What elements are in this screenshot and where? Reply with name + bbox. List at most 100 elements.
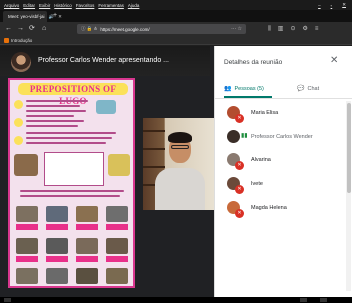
participant-row[interactable]: ✕ Ivete (215, 174, 345, 196)
minimize-button[interactable]: – (318, 3, 321, 8)
scene-label (46, 256, 68, 262)
address-bar[interactable]: ⓘ 🔒 ⋔ https://meet.google.com/ ··· ☆ (77, 24, 246, 34)
tray-icon[interactable] (300, 298, 307, 302)
panel-scrollbar[interactable] (346, 101, 351, 291)
menu-bookmarks[interactable]: Favoritos (76, 3, 95, 8)
new-tab-button[interactable]: + (53, 11, 57, 21)
scene-image (46, 238, 68, 254)
slide-illustration (14, 154, 38, 176)
menu-edit[interactable]: Editar (23, 3, 35, 8)
bookshelf (143, 166, 165, 168)
scene-image (76, 206, 98, 222)
tab-chat-label: Chat (307, 86, 320, 92)
meet-area: Professor Carlos Wender apresentando ...… (0, 46, 352, 297)
bookshelf (143, 130, 165, 132)
panel-title: Detalhes da reunião (224, 59, 283, 66)
tab-chat[interactable]: 💬 Chat (297, 83, 319, 95)
person-body (155, 168, 205, 210)
glasses (171, 145, 189, 149)
mic-off-icon: ✕ (235, 114, 244, 123)
scene-label (16, 224, 38, 230)
participant-name: Ivete (251, 181, 263, 187)
participant-name: Maria Elisa (251, 110, 279, 116)
presenter-camera-feed (143, 118, 214, 210)
scene-label (106, 224, 128, 230)
scene-label (46, 224, 68, 230)
close-icon[interactable]: ✕ (330, 55, 338, 67)
library-icon[interactable]: ⫼ (268, 25, 271, 33)
forward-arrow-icon[interactable]: → (17, 24, 24, 34)
slide-text-line (26, 132, 116, 134)
slide-table (44, 152, 104, 186)
bookmark-introducao[interactable]: Introdução (11, 38, 32, 43)
scene-label (76, 256, 98, 262)
mic-off-icon: ✕ (235, 209, 244, 218)
menu-tools[interactable]: Ferramentas (98, 3, 124, 8)
tab-close-icon[interactable]: ✕ (58, 14, 62, 20)
scene-label (16, 256, 38, 262)
presenter-label: Professor Carlos Wender apresentando ... (38, 57, 169, 64)
people-icon: 👥 (224, 86, 232, 92)
participant-row[interactable]: ✕ Alvarina (215, 150, 345, 172)
scene-image (46, 268, 68, 284)
meeting-details-panel: Detalhes da reunião ✕ 👥 Pessoas (5) 💬 Ch… (214, 46, 352, 297)
emoji-icon (14, 136, 23, 145)
close-window-button[interactable]: ✕ (342, 2, 346, 8)
menu-view[interactable]: Exibir (39, 3, 50, 8)
tab-strip: Meet: yeo-visbf-jai 🔊 ✕ + (0, 10, 352, 22)
participant-row[interactable]: ✕ Magda Helena (215, 198, 345, 220)
scrollbar-thumb[interactable] (346, 103, 351, 193)
account-icon[interactable]: ⊙ (290, 25, 295, 33)
chat-icon: 💬 (297, 86, 305, 92)
slide-text-line (20, 190, 124, 192)
menu-icon[interactable]: ≡ (315, 25, 319, 33)
active-tab-indicator (224, 96, 272, 98)
bookshelf (143, 148, 165, 150)
toolbar-icons: ⫼ ▥ ⊙ ⚙ ≡ (268, 25, 318, 33)
tab-people[interactable]: 👥 Pessoas (5) (224, 83, 264, 95)
home-icon[interactable]: ⌂ (42, 24, 46, 34)
taskbar (0, 297, 352, 303)
slide-title: PREPOSITIONS OF LUGO (18, 83, 128, 106)
person-hair (168, 132, 192, 143)
slide-text-line (26, 110, 86, 112)
presenter-bar: Professor Carlos Wender apresentando ... (0, 46, 210, 76)
window-controls: – ▫ ✕ (318, 0, 346, 10)
page-actions[interactable]: ··· ☆ (231, 25, 242, 33)
reload-icon[interactable]: ⟳ (29, 24, 35, 34)
slide-text-line (26, 120, 84, 122)
browser-tab-meet[interactable]: Meet: yeo-visbf-jai 🔊 ✕ (3, 11, 62, 22)
scene-label (106, 256, 128, 262)
tab-title: Meet: yeo-visbf-jai (8, 14, 45, 19)
participant-row[interactable]: ▮▮ Professor Carlos Wender (215, 127, 345, 149)
scene-image (106, 238, 128, 254)
menu-bar: Arquivo Editar Exibir Histórico Favorito… (0, 0, 352, 10)
slide-illustration (96, 100, 116, 114)
scene-image (106, 268, 128, 284)
slide-text-line (26, 115, 74, 117)
tray-icon[interactable] (320, 298, 327, 302)
maximize-button[interactable]: ▫ (331, 3, 333, 8)
slide-text-line (26, 137, 112, 139)
extension-icon[interactable]: ⚙ (302, 25, 307, 33)
nav-bar: ← → ⟳ ⌂ ⓘ 🔒 ⋔ https://meet.google.com/ ·… (0, 22, 352, 36)
menu-help[interactable]: Ajuda (128, 3, 140, 8)
panel-tabs: 👥 Pessoas (5) 💬 Chat (215, 79, 352, 99)
emoji-icon (14, 118, 23, 127)
mic-off-icon: ✕ (235, 161, 244, 170)
avatar (227, 130, 240, 143)
start-icon[interactable] (4, 298, 11, 302)
bookmark-icon (4, 37, 9, 43)
slide-text-line (26, 105, 80, 107)
back-arrow-icon[interactable]: ← (5, 24, 12, 34)
menu-history[interactable]: Histórico (54, 3, 72, 8)
scene-label (76, 224, 98, 230)
url-text[interactable]: https://meet.google.com/ (100, 27, 149, 32)
participant-row[interactable]: ✕ Maria Elisa (215, 103, 345, 125)
slide-illustration (108, 154, 130, 176)
presenting-icon: ▮▮ (241, 133, 248, 139)
sidebar-icon[interactable]: ▥ (278, 25, 284, 33)
menu-file[interactable]: Arquivo (4, 3, 19, 8)
site-info-icons[interactable]: ⓘ 🔒 ⋔ (81, 26, 97, 32)
emoji-icon (14, 100, 23, 109)
